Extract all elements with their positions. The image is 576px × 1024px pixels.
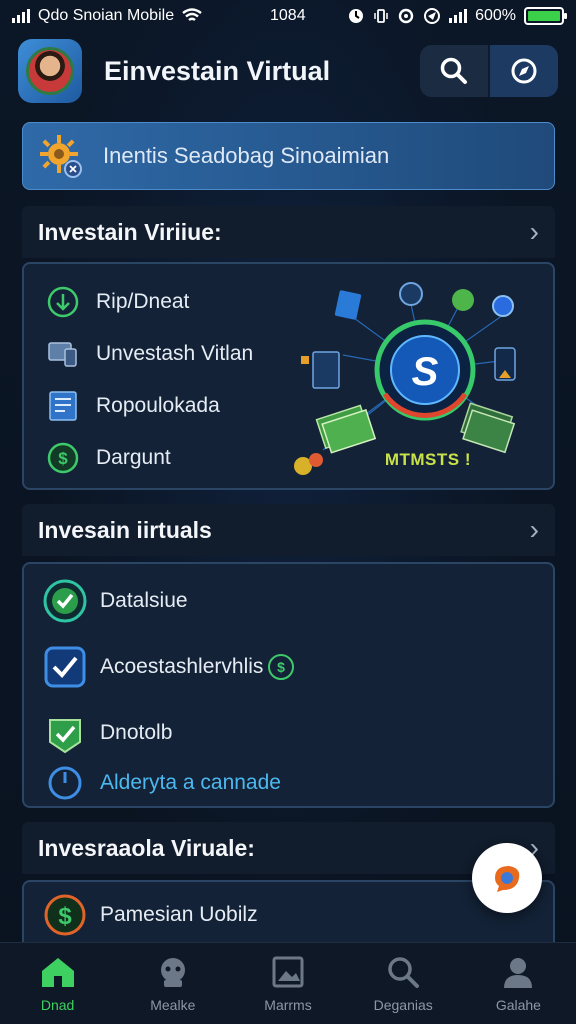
badge-check-icon [49, 719, 81, 754]
gear-sun-icon [40, 135, 82, 178]
list-item[interactable]: $ Dargunt [46, 432, 253, 484]
section-title: Investain Viriiue: [38, 218, 222, 245]
nav-bot[interactable]: Mealke [115, 943, 230, 1024]
avatar-image [26, 47, 74, 95]
section-title: Invesain iirtuals [38, 516, 212, 543]
item-label: Rip/Dneat [96, 290, 190, 313]
list-item[interactable]: Ropoulokada [46, 380, 253, 432]
dollar-circle-icon: $ [47, 442, 79, 474]
signal-icon [12, 9, 30, 23]
hero-label: MTMSTS ! [384, 450, 471, 469]
power-icon [48, 766, 82, 800]
banner-text: Inentis Seadobag Sinoaimian [103, 143, 390, 168]
compass-icon [511, 58, 537, 84]
dollar-circle-icon: $ [44, 894, 86, 936]
chevron-right-icon: › [529, 216, 539, 247]
item-label: Datalsiue [100, 589, 188, 612]
alarm-icon [349, 9, 364, 23]
battery-percent: 600% [475, 7, 516, 24]
item-label: Acoestashlervhlis [100, 655, 264, 678]
item-label: Ropoulokada [96, 394, 220, 417]
nav-profile[interactable]: Galahe [461, 943, 576, 1024]
robot-icon [160, 957, 185, 987]
svg-text:$: $ [58, 903, 72, 930]
image-icon [272, 956, 304, 987]
sync-icon [398, 8, 414, 24]
list-item[interactable]: $ Pamesian Uobilz [42, 892, 258, 938]
search-icon [440, 57, 467, 84]
app-title: Einvestain Virtual [104, 55, 331, 86]
dollar-circle-icon: $ [268, 654, 295, 680]
svg-text:S: S [412, 350, 439, 394]
floating-action-button[interactable] [472, 843, 542, 913]
battery-icon [524, 7, 567, 25]
app-header: Einvestain Virtual [0, 36, 576, 106]
device-icon [48, 342, 77, 367]
item-label: Dargunt [96, 446, 171, 469]
feature-panel-1: Rip/Dneat Unvestash Vitlan Ropoulokada $… [22, 262, 555, 490]
home-icon [41, 957, 74, 987]
wifi-icon [182, 8, 202, 21]
item-link[interactable]: Alderyta a cannade [100, 771, 281, 795]
carrier-name: Qdo Snoian Mobile [38, 7, 175, 24]
promo-banner[interactable]: Inentis Seadobag Sinoaimian [22, 122, 555, 190]
svg-text:$: $ [278, 659, 286, 675]
list-item[interactable]: Acoestashlervhlis $ [42, 644, 295, 690]
bottom-nav: Dnad Mealke Marrms Deganias Galahe [0, 942, 576, 1024]
download-circle-icon [47, 286, 79, 318]
user-icon [504, 957, 533, 988]
list-item[interactable]: Alderyta a cannade [42, 760, 281, 806]
nav-search[interactable]: Deganias [346, 943, 461, 1024]
nav-label: Deganias [373, 996, 433, 1013]
nav-label: Marrms [264, 996, 312, 1013]
chat-bubble-icon [495, 866, 520, 892]
document-icon [49, 391, 77, 421]
section-title: Invesraaola Viruale: [38, 834, 255, 861]
item-label: Dnotolb [100, 721, 173, 744]
list-item[interactable]: Unvestash Vitlan [46, 328, 253, 380]
cell-signal-icon [449, 9, 468, 23]
status-bar: Qdo Snoian Mobile 1084 600% [0, 0, 576, 32]
chevron-right-icon: › [529, 514, 539, 545]
nav-label: Galahe [495, 996, 541, 1013]
search-button[interactable] [420, 45, 488, 97]
location-icon [424, 8, 441, 24]
svg-text:$: $ [58, 449, 68, 468]
compass-button[interactable] [488, 45, 558, 97]
checkbox-icon [44, 646, 86, 688]
avatar[interactable] [18, 39, 82, 103]
clock: 1084 [270, 7, 306, 24]
vibrate-icon [374, 9, 388, 23]
list-item[interactable]: Datalsiue [42, 578, 188, 624]
feature-panel-2: Datalsiue Acoestashlervhlis $ Dnotolb Al… [22, 562, 555, 808]
list-item[interactable]: Dnotolb [42, 710, 172, 756]
section-header-2[interactable]: Invesain iirtuals › [22, 504, 555, 556]
header-actions [420, 45, 558, 97]
section-header-1[interactable]: Investain Viriiue: › [22, 206, 555, 258]
item-label: Pamesian Uobilz [100, 903, 258, 926]
nav-label: Mealke [150, 996, 196, 1013]
check-circle-icon [43, 579, 87, 623]
nav-home[interactable]: Dnad [0, 943, 115, 1024]
nav-label: Dnad [40, 996, 75, 1013]
search-icon [388, 956, 420, 988]
nav-gallery[interactable]: Marrms [230, 943, 345, 1024]
list-item[interactable]: Rip/Dneat [46, 276, 253, 328]
item-label: Unvestash Vitlan [96, 342, 254, 365]
